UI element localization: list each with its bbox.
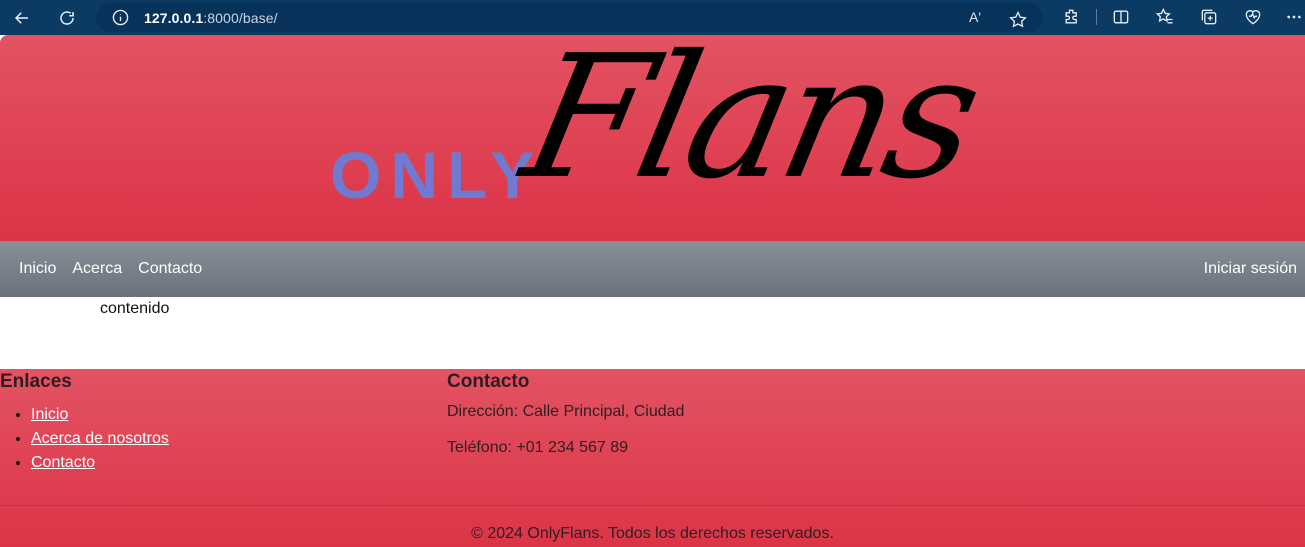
footer-divider [0, 505, 1305, 506]
footer-links-list: Inicio Acerca de nosotros Contacto [0, 403, 169, 475]
footer-contact-title: Contacto [447, 371, 530, 392]
header-banner: ONLY Flans [0, 19, 1305, 241]
footer-phone: Teléfono: +01 234 567 89 [447, 439, 629, 456]
footer-link-acerca[interactable]: Acerca de nosotros [31, 430, 169, 447]
favorite-star-icon[interactable] [1008, 10, 1028, 30]
nav-link-inicio[interactable]: Inicio [19, 260, 56, 278]
nav-link-contacto[interactable]: Contacto [138, 260, 202, 278]
footer-link-item: Acerca de nosotros [31, 427, 169, 451]
main-navbar: Inicio Acerca Contacto Iniciar sesión [0, 241, 1305, 297]
footer-address: Dirección: Calle Principal, Ciudad [447, 403, 685, 420]
url-path: :8000/base/ [203, 10, 278, 26]
more-options-icon[interactable] [1286, 7, 1302, 27]
split-screen-icon[interactable] [1111, 7, 1131, 27]
nav-link-acerca[interactable]: Acerca [72, 260, 122, 278]
logo-flans-text: Flans [508, 19, 992, 217]
reload-button[interactable] [56, 7, 78, 29]
footer-link-item: Contacto [31, 451, 169, 475]
info-icon[interactable] [112, 9, 129, 26]
login-link[interactable]: Iniciar sesión [1204, 260, 1297, 278]
footer-contact-column: Contacto Dirección: Calle Principal, Ciu… [447, 371, 684, 457]
favorites-icon[interactable] [1155, 7, 1175, 27]
browser-essentials-icon[interactable] [1243, 7, 1263, 27]
arrow-left-icon [14, 12, 28, 24]
url-text[interactable]: 127.0.0.1:8000/base/ [144, 10, 278, 26]
footer-link-item: Inicio [31, 403, 169, 427]
site-logo[interactable]: ONLY Flans [330, 19, 1000, 235]
extensions-icon[interactable] [1062, 7, 1082, 27]
reload-icon [60, 11, 74, 25]
back-button[interactable] [11, 7, 33, 29]
footer-link-contacto[interactable]: Contacto [31, 454, 95, 471]
toolbar-separator [1096, 9, 1097, 25]
url-host: 127.0.0.1 [144, 10, 204, 26]
footer: Enlaces Inicio Acerca de nosotros Contac… [0, 369, 1305, 547]
nav-links: Inicio Acerca Contacto [19, 260, 202, 278]
footer-links-column: Enlaces Inicio Acerca de nosotros Contac… [0, 371, 169, 475]
footer-link-inicio[interactable]: Inicio [31, 406, 68, 423]
footer-links-title: Enlaces [0, 371, 72, 392]
main-content: contenido [100, 300, 170, 317]
collections-icon[interactable] [1199, 7, 1219, 27]
footer-copyright: © 2024 OnlyFlans. Todos los derechos res… [471, 525, 834, 542]
